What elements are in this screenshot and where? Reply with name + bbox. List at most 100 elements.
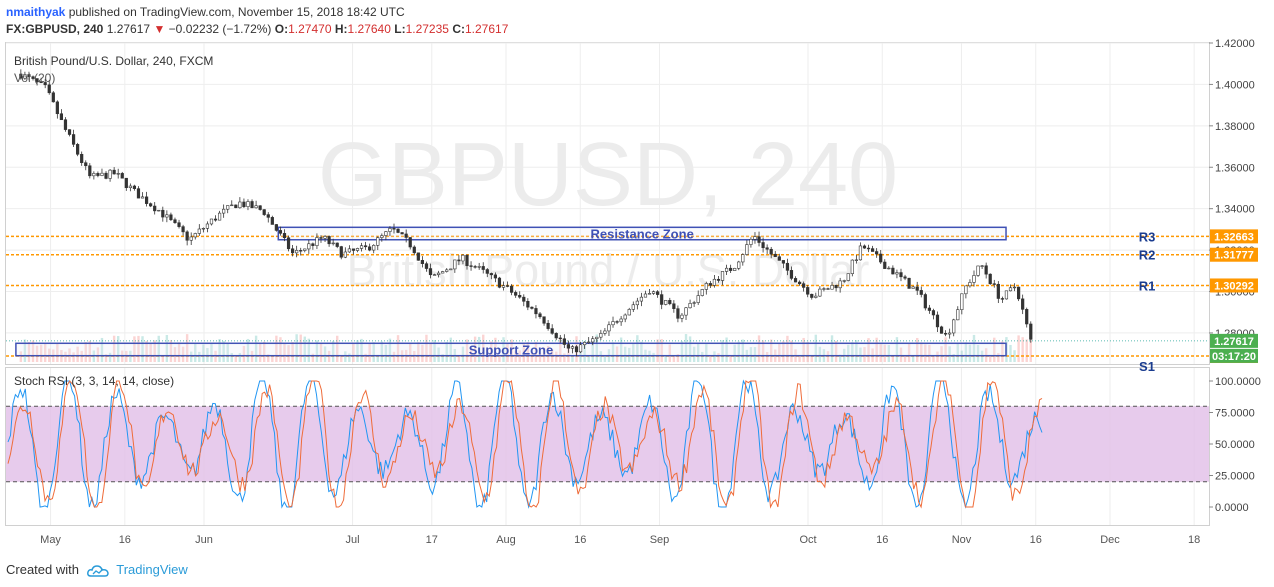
candle-body [489, 273, 493, 276]
candle-body [627, 309, 631, 316]
candle-body [712, 278, 717, 286]
candle-body [724, 267, 729, 272]
candle-body [968, 282, 972, 287]
candle-body [583, 342, 587, 346]
x-tick-label: May [40, 534, 61, 546]
candle-body [789, 270, 794, 279]
candle-body [952, 319, 956, 334]
candle-body [201, 228, 205, 230]
candle-body [1029, 323, 1033, 340]
stoch-legend[interactable]: Stoch RSI (3, 3, 14, 14, close) [14, 374, 174, 388]
candle-body [242, 201, 246, 207]
y-tick-label: 1.42000 [1215, 38, 1255, 50]
candle-body [992, 283, 996, 285]
footer: Created with TradingView [6, 562, 188, 577]
candle-body [578, 344, 583, 353]
candle-body [270, 217, 274, 225]
candle-body [996, 283, 1000, 299]
candle-body [753, 236, 757, 240]
stoch-y-axis: 100.0000 75.0000 50.0000 25.0000 0.0000 [1209, 376, 1261, 514]
candle-body [927, 307, 931, 311]
candle-body [692, 302, 696, 304]
price-tag-text: 1.32663 [1214, 231, 1254, 243]
candle-body [290, 248, 295, 254]
candle-body [826, 288, 830, 290]
x-tick-label: 16 [876, 534, 888, 546]
candle-body [104, 172, 108, 179]
candle-body [262, 209, 266, 215]
volume-bar [1009, 344, 1012, 362]
candle-body [643, 293, 648, 298]
candle-body [169, 214, 173, 221]
candle-body [457, 259, 461, 262]
candle-body [911, 286, 915, 289]
candle-body [453, 259, 457, 270]
candle-body [412, 246, 416, 254]
candle-body [976, 265, 980, 276]
candle-body [550, 328, 554, 334]
candle-body [854, 259, 858, 261]
created-with-label: Created with [6, 562, 79, 577]
instrument-legend[interactable]: British Pound/U.S. Dollar, 240, FXCM [14, 54, 213, 68]
y-tick-label: 1.34000 [1215, 204, 1255, 216]
candle-body [286, 237, 291, 250]
tradingview-link[interactable]: TradingView [116, 562, 188, 577]
candle-body [481, 266, 485, 270]
volume-bar [603, 355, 607, 362]
candle-body [299, 250, 303, 252]
candle-body [274, 224, 278, 231]
price-chart[interactable]: GBPUSD, 240 British Pound / U.S. Dollar … [0, 0, 1274, 587]
candle-body [185, 231, 189, 241]
x-tick-label: 18 [1188, 534, 1200, 546]
candle-body [858, 245, 863, 261]
candle-body [96, 173, 100, 176]
candle-body [120, 173, 124, 179]
stoch-y-tick-label: 50.0000 [1215, 439, 1255, 451]
candle-body [339, 246, 343, 258]
candle-body [71, 134, 76, 145]
candle-body [875, 251, 879, 255]
level-label-s1: S1 [1139, 359, 1155, 374]
candle-body [416, 252, 420, 261]
price-tag-r3: 1.32663 [1210, 229, 1258, 244]
candle-body [802, 283, 806, 288]
candle-body [749, 239, 753, 245]
level-label-r2: R2 [1139, 248, 1156, 263]
candle-body [623, 314, 627, 320]
candle-body [226, 205, 230, 210]
candle-body [546, 322, 550, 329]
candle-body [420, 260, 424, 264]
candle-body [189, 236, 193, 241]
x-tick-label: Oct [799, 534, 816, 546]
candle-body [785, 262, 790, 271]
candle-body [935, 314, 940, 328]
candle-body [761, 242, 765, 249]
candle-body [530, 306, 534, 309]
last-price-tag: 1.27617 [1210, 333, 1258, 348]
candle-body [737, 261, 741, 269]
candle-body [777, 256, 781, 261]
candle-body [765, 247, 769, 250]
candle-body [505, 285, 510, 287]
x-tick-label: 16 [119, 534, 131, 546]
x-tick-label: Aug [496, 534, 516, 546]
candle-body [944, 333, 948, 335]
candle-body [331, 242, 335, 245]
candle-body [603, 330, 607, 334]
candle-body [793, 278, 798, 283]
candle-body [485, 269, 489, 274]
candle-body [165, 214, 169, 218]
candle-body [514, 292, 518, 296]
volume-bar [1025, 339, 1028, 362]
candle-body [153, 205, 157, 212]
volume-legend[interactable]: Vol (20) [14, 71, 55, 85]
candle-body [574, 346, 579, 353]
candle-body [656, 291, 660, 295]
y-axis: 1.420001.400001.380001.360001.340001.320… [1209, 38, 1255, 340]
candle-body [899, 272, 903, 278]
candle-body [810, 293, 814, 298]
candle-body [733, 267, 737, 271]
candle-body [676, 308, 680, 319]
x-axis: May 16 Jun Jul 17 Aug 16 Sep Oct 16 Nov 16 Dec 18 [40, 534, 1200, 546]
candle-body [866, 247, 871, 250]
